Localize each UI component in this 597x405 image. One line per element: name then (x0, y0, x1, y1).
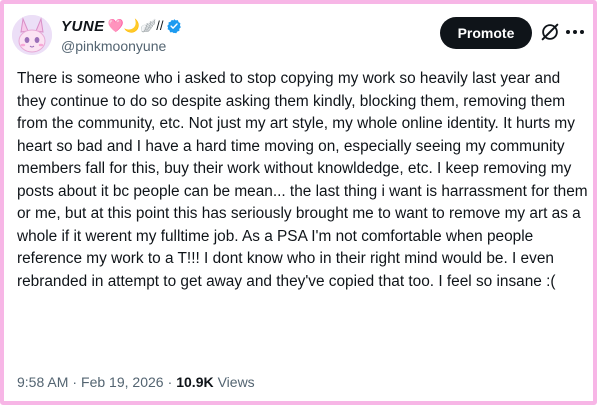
author-names: YUNE 🩷🌙🪽// @pinkmoonyune (61, 16, 182, 54)
avatar[interactable] (12, 15, 52, 55)
avatar-bunny-icon (12, 15, 52, 55)
promote-button[interactable]: Promote (440, 17, 532, 49)
grok-icon[interactable] (539, 21, 561, 43)
verified-badge-icon[interactable] (166, 18, 182, 34)
views-count[interactable]: 10.9K (176, 374, 213, 390)
post-header: YUNE 🩷🌙🪽// @pinkmoonyune Promote (12, 12, 585, 60)
display-name-decorations: 🩷🌙🪽// (107, 18, 164, 33)
post-text: There is someone who i asked to stop cop… (17, 70, 588, 290)
post-date[interactable]: Feb 19, 2026 (81, 374, 164, 390)
post-meta: 9:58 AM · Feb 19, 2026 · 10.9K Views (17, 374, 255, 390)
more-dots-icon (566, 30, 584, 34)
post-card: YUNE 🩷🌙🪽// @pinkmoonyune Promote There i… (0, 0, 597, 405)
post-time[interactable]: 9:58 AM (17, 374, 68, 390)
meta-separator: · (167, 374, 173, 390)
views-label[interactable]: Views (218, 374, 255, 390)
more-options-button[interactable] (565, 21, 585, 43)
display-name[interactable]: YUNE (61, 18, 105, 35)
author-handle[interactable]: @pinkmoonyune (61, 38, 182, 54)
meta-separator: · (72, 374, 78, 390)
display-name-row[interactable]: YUNE 🩷🌙🪽// (61, 16, 182, 36)
